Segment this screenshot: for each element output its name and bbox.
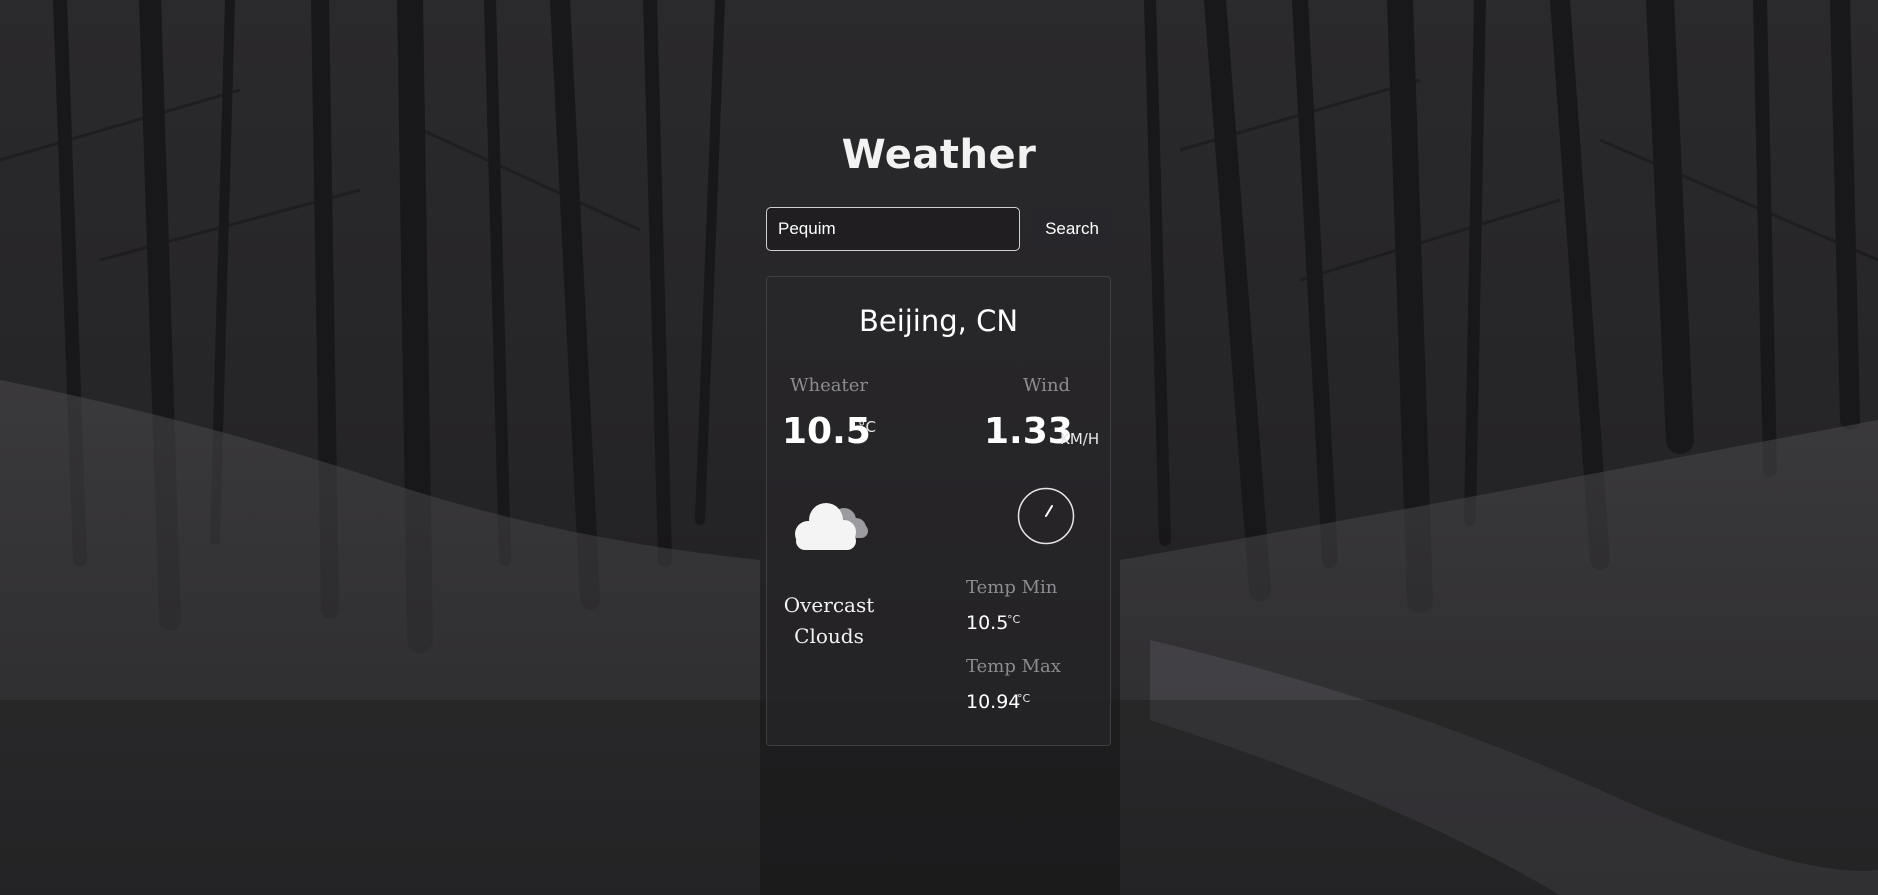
location-title: Beijing, CN: [858, 304, 1019, 338]
weather-page: Weather Search Beijing, CN Wheater Wind …: [0, 0, 1878, 895]
temp-min-value: 10.5: [966, 612, 1009, 634]
temp-max-label: Temp Max: [966, 656, 1061, 677]
wind-speed-unit: KM/H: [1060, 430, 1100, 448]
temp-min-unit: °C: [1007, 613, 1021, 626]
weather-label: Wheater: [790, 375, 868, 396]
temp-max-unit: °C: [1017, 692, 1031, 705]
weather-description: Overcast Clouds: [768, 590, 890, 652]
temp-max-value: 10.94: [966, 691, 1021, 713]
search-button[interactable]: Search: [1033, 207, 1111, 251]
temp-min-label: Temp Min: [966, 577, 1058, 598]
page-title: Weather: [841, 132, 1037, 178]
weather-description-line2: Clouds: [794, 624, 864, 648]
city-search-input[interactable]: [766, 207, 1020, 251]
wind-label: Wind: [1023, 375, 1071, 396]
compass-icon: [1017, 487, 1075, 545]
cloud-icon: [795, 503, 868, 550]
temperature-unit: °C: [858, 418, 876, 436]
weather-description-line1: Overcast: [783, 593, 875, 617]
